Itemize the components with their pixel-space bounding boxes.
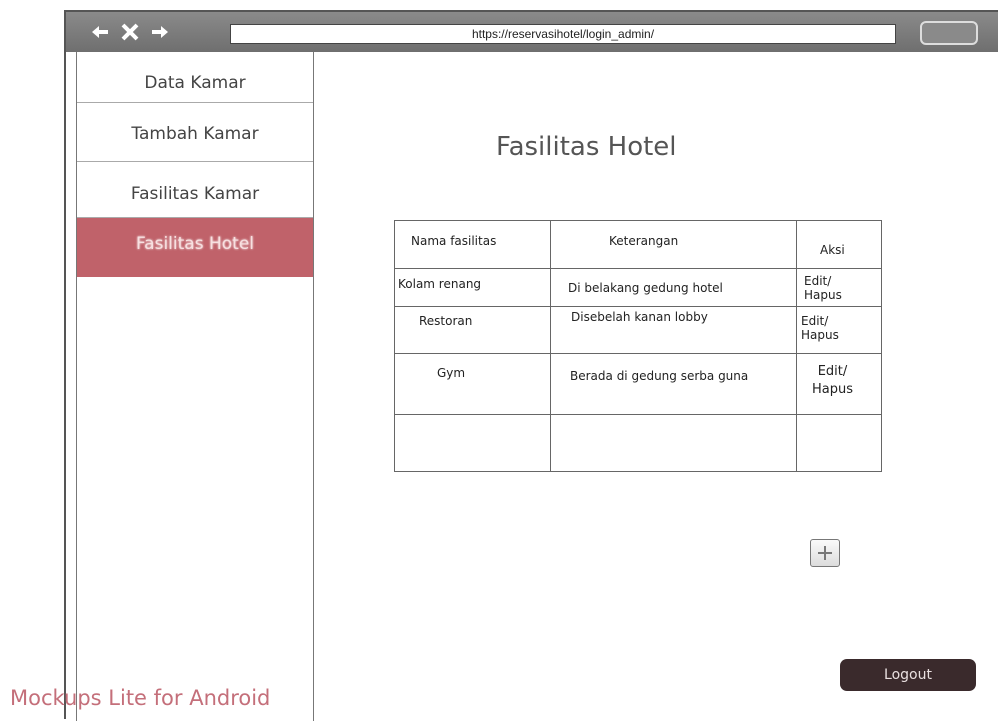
sidebar-item-fasilitas-hotel[interactable]: Fasilitas Hotel xyxy=(77,218,313,277)
close-icon[interactable] xyxy=(118,20,142,44)
column-header-aksi: Aksi xyxy=(820,243,845,257)
table-cell-nama: Restoran xyxy=(419,314,473,328)
add-facility-button[interactable] xyxy=(810,539,840,567)
column-header-nama: Nama fasilitas xyxy=(411,234,497,248)
column-divider xyxy=(550,221,551,471)
plus-icon xyxy=(818,546,832,560)
sidebar-item-tambah-kamar[interactable]: Tambah Kamar xyxy=(77,103,313,162)
edit-hapus-link[interactable]: Edit/ Hapus xyxy=(801,314,851,342)
sidebar-item-data-kamar[interactable]: Data Kamar xyxy=(77,52,313,103)
column-divider xyxy=(796,221,797,471)
column-header-keterangan: Keterangan xyxy=(609,234,679,248)
sidebar-item-label: Fasilitas Hotel xyxy=(135,234,255,254)
browser-toolbar: https://reservasihotel/login_admin/ xyxy=(66,12,998,52)
row-divider xyxy=(395,306,881,307)
page-title: Fasilitas Hotel xyxy=(496,132,677,162)
url-bar[interactable]: https://reservasihotel/login_admin/ xyxy=(230,24,896,44)
table-cell-keterangan: Di belakang gedung hotel xyxy=(568,281,723,295)
edit-hapus-link[interactable]: Edit/ Hapus xyxy=(804,274,859,302)
edit-hapus-link[interactable]: Edit/ Hapus xyxy=(810,363,855,399)
sidebar-item-label: Fasilitas Kamar xyxy=(130,184,260,204)
sidebar-item-label: Data Kamar xyxy=(144,73,246,93)
sidebar: Data Kamar Tambah Kamar Fasilitas Kamar … xyxy=(76,52,314,721)
table-cell-keterangan: Berada di gedung serba guna xyxy=(570,369,749,383)
window-button[interactable] xyxy=(920,21,978,45)
sidebar-item-label: Tambah Kamar xyxy=(131,124,259,144)
row-divider xyxy=(395,268,881,269)
arrow-left-icon[interactable] xyxy=(88,20,112,44)
table-cell-keterangan: Disebelah kanan lobby xyxy=(571,310,708,324)
table-cell-nama: Kolam renang xyxy=(398,277,482,291)
row-divider xyxy=(395,353,881,354)
sidebar-item-fasilitas-kamar[interactable]: Fasilitas Kamar xyxy=(77,162,313,218)
table-cell-nama: Gym xyxy=(437,366,466,380)
arrow-right-icon[interactable] xyxy=(148,20,172,44)
facilities-table: Nama fasilitas Keterangan Aksi Kolam ren… xyxy=(394,220,882,472)
logout-button[interactable]: Logout xyxy=(840,659,976,691)
row-divider xyxy=(395,414,881,415)
watermark-text: Mockups Lite for Android xyxy=(10,686,271,710)
